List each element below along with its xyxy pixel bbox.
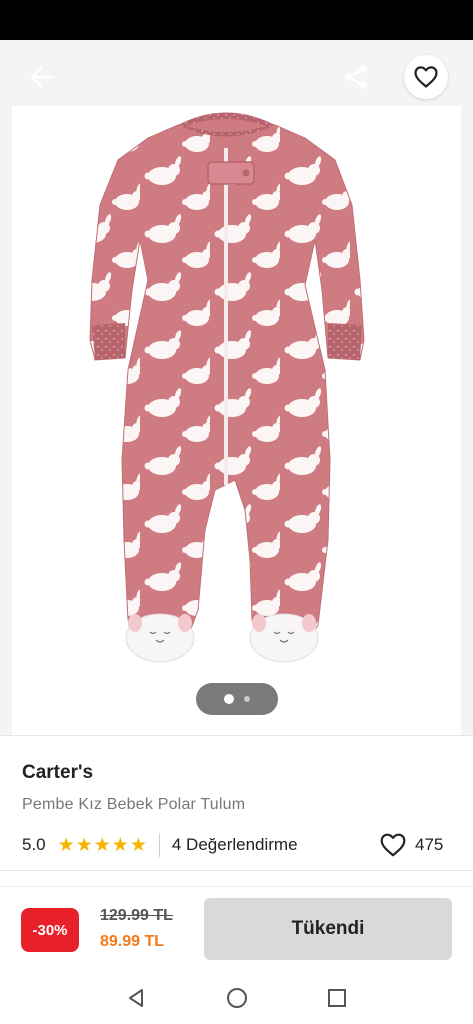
divider xyxy=(158,833,160,857)
image-pager[interactable] xyxy=(196,683,278,715)
share-button[interactable] xyxy=(336,58,376,96)
nav-back-button[interactable] xyxy=(121,984,151,1012)
star-icon: ★ xyxy=(75,834,93,856)
square-recents-icon xyxy=(328,989,346,1007)
share-icon xyxy=(345,65,367,89)
favorite-button[interactable] xyxy=(404,55,448,99)
rating-stars: ★ ★ ★ ★ ★ xyxy=(58,836,147,855)
system-navigation-bar xyxy=(0,972,473,1024)
favorite-count-button[interactable]: 475 xyxy=(379,832,443,858)
discount-badge: -30% xyxy=(21,908,79,952)
star-icon: ★ xyxy=(111,834,129,856)
brand-name[interactable]: Carter's xyxy=(22,762,93,784)
status-bar xyxy=(0,0,473,40)
star-icon: ★ xyxy=(129,834,147,856)
rating-value: 5.0 xyxy=(22,835,46,854)
triangle-back-icon xyxy=(129,989,143,1007)
purchase-bar: -30% 129.99 TL 89.99 TL Tükendi xyxy=(0,886,473,972)
nav-home-button[interactable] xyxy=(222,984,252,1012)
discounted-price: 89.99 TL xyxy=(100,933,165,950)
section-divider xyxy=(0,870,473,886)
old-price: 129.99 TL xyxy=(100,907,173,924)
pager-dot[interactable] xyxy=(244,696,250,702)
product-info: Carter's Pembe Kız Bebek Polar Tulum 5.0… xyxy=(0,735,473,870)
sold-out-button[interactable]: Tükendi xyxy=(204,898,452,960)
reviews-link[interactable]: 4 Değerlendirme xyxy=(172,835,298,855)
product-image-gallery[interactable] xyxy=(0,40,473,735)
product-name: Pembe Kız Bebek Polar Tulum xyxy=(22,796,246,813)
circle-home-icon xyxy=(227,988,247,1008)
heart-outline-icon xyxy=(380,833,406,857)
heart-outline-icon xyxy=(414,66,438,88)
arrow-left-icon xyxy=(30,66,55,88)
star-icon: ★ xyxy=(93,834,111,856)
nav-recents-button[interactable] xyxy=(322,984,352,1012)
favorite-count: 475 xyxy=(415,835,444,854)
top-bar xyxy=(0,40,473,112)
star-icon: ★ xyxy=(57,834,75,856)
rating-row: 5.0 ★ ★ ★ ★ ★ 4 Değerlendirme 475 xyxy=(22,832,452,858)
pager-dot-active[interactable] xyxy=(224,694,234,704)
product-image xyxy=(89,112,365,663)
back-button[interactable] xyxy=(22,60,62,94)
